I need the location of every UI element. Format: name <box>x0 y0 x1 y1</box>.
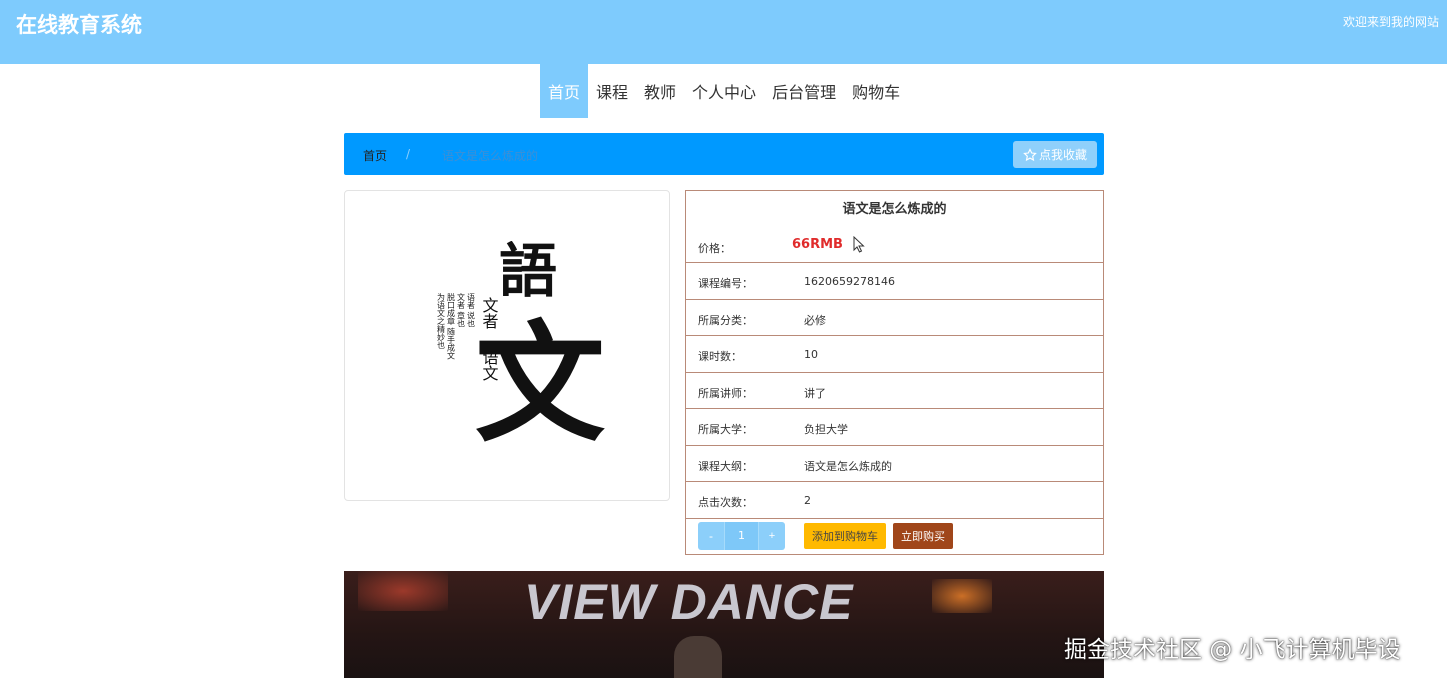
course-info-table: 语文是怎么炼成的 价格： 66RMB 课程编号： 1620659278146 所… <box>685 190 1104 555</box>
info-value: 必修 <box>804 313 826 327</box>
cover-col-2: 文者 章也 <box>457 292 466 328</box>
top-header: 在线教育系统 欢迎来到我的网站 <box>0 0 1447 64</box>
main-nav: 首页 课程 教师 个人中心 后台管理 购物车 <box>540 64 908 118</box>
info-row-clicks: 点击次数： 2 <box>686 482 1103 519</box>
star-outline-icon <box>1023 147 1037 161</box>
info-label: 所属讲师： <box>698 386 753 400</box>
breadcrumb-separator: / <box>406 147 411 161</box>
breadcrumb-current: 语文是怎么炼成的 <box>442 149 539 163</box>
info-row-course-id: 课程编号： 1620659278146 <box>686 263 1103 300</box>
add-to-cart-button[interactable]: 添加到购物车 <box>804 523 886 549</box>
info-row-teacher: 所属讲师： 讲了 <box>686 373 1103 409</box>
stage-light <box>932 579 992 613</box>
purchase-actions: - 1 + 添加到购物车 立即购买 <box>686 518 1103 555</box>
favorite-label: 点我收藏 <box>1038 148 1087 162</box>
price-value: 66RMB <box>792 237 843 252</box>
info-value: 2 <box>804 494 811 507</box>
nav-item-admin[interactable]: 后台管理 <box>764 64 844 118</box>
favorite-button[interactable]: 点我收藏 <box>1013 141 1097 168</box>
info-value: 语文是怎么炼成的 <box>804 459 892 473</box>
nav-item-cart[interactable]: 购物车 <box>844 64 908 118</box>
info-row-outline: 课程大纲： 语文是怎么炼成的 <box>686 446 1103 482</box>
info-row-category: 所属分类： 必修 <box>686 300 1103 336</box>
stage-light <box>358 571 448 611</box>
info-label: 课程大纲： <box>698 459 753 473</box>
cover-small-2: 语文 <box>480 349 499 381</box>
info-row-university: 所属大学： 负担大学 <box>686 409 1103 446</box>
video-banner-text: VIEW DANCE <box>524 574 854 630</box>
cover-col-3: 脱口成章 随手成文 <box>447 292 456 361</box>
welcome-text: 欢迎来到我的网站 <box>1342 15 1439 29</box>
course-video[interactable]: VIEW DANCE <box>344 571 1104 678</box>
info-label: 课程编号： <box>698 277 753 290</box>
course-image-card: 語 文 文者 语文 语者 说也 文者 章也 脱口成章 随手成文 为语文之精妙也 <box>344 190 670 501</box>
mouse-cursor-icon <box>853 236 865 253</box>
breadcrumb-home-link[interactable]: 首页 <box>363 147 387 164</box>
breadcrumb: 首页 / 语文是怎么炼成的 点我收藏 <box>344 133 1104 175</box>
info-label: 课时数： <box>698 350 742 363</box>
site-title[interactable]: 在线教育系统 <box>16 9 142 39</box>
info-value: 10 <box>804 348 818 361</box>
info-value: 负担大学 <box>804 423 848 436</box>
info-label: 点击次数： <box>698 496 753 509</box>
price-row: 价格： 66RMB <box>686 227 1103 263</box>
cover-col-1: 语者 说也 <box>467 292 476 328</box>
info-label: 所属大学： <box>698 423 753 436</box>
increase-quantity-button[interactable]: + <box>759 522 785 550</box>
cover-col-4: 为语文之精妙也 <box>437 292 446 349</box>
price-label: 价格： <box>698 242 731 255</box>
info-label: 所属分类： <box>698 313 753 327</box>
nav-item-personal-center[interactable]: 个人中心 <box>684 64 764 118</box>
quantity-input[interactable]: 1 <box>724 522 759 550</box>
course-cover-image: 語 文 文者 语文 语者 说也 文者 章也 脱口成章 随手成文 为语文之精妙也 <box>437 241 606 446</box>
info-value: 讲了 <box>804 386 826 400</box>
course-title: 语文是怎么炼成的 <box>842 202 947 217</box>
info-value: 1620659278146 <box>804 275 895 288</box>
nav-item-courses[interactable]: 课程 <box>588 64 636 118</box>
info-row-lessons: 课时数： 10 <box>686 336 1103 373</box>
cover-big-char-1: 語 <box>499 241 557 305</box>
cover-small-1: 文者 <box>480 297 499 329</box>
nav-item-teachers[interactable]: 教师 <box>636 64 684 118</box>
decrease-quantity-button[interactable]: - <box>698 522 724 550</box>
dancer-figure <box>674 636 722 678</box>
buy-now-button[interactable]: 立即购买 <box>893 523 953 549</box>
watermark-text: 掘金技术社区 @ 小飞计算机毕设 <box>1064 637 1401 663</box>
nav-item-home[interactable]: 首页 <box>540 64 589 118</box>
quantity-stepper: - 1 + <box>698 522 785 550</box>
